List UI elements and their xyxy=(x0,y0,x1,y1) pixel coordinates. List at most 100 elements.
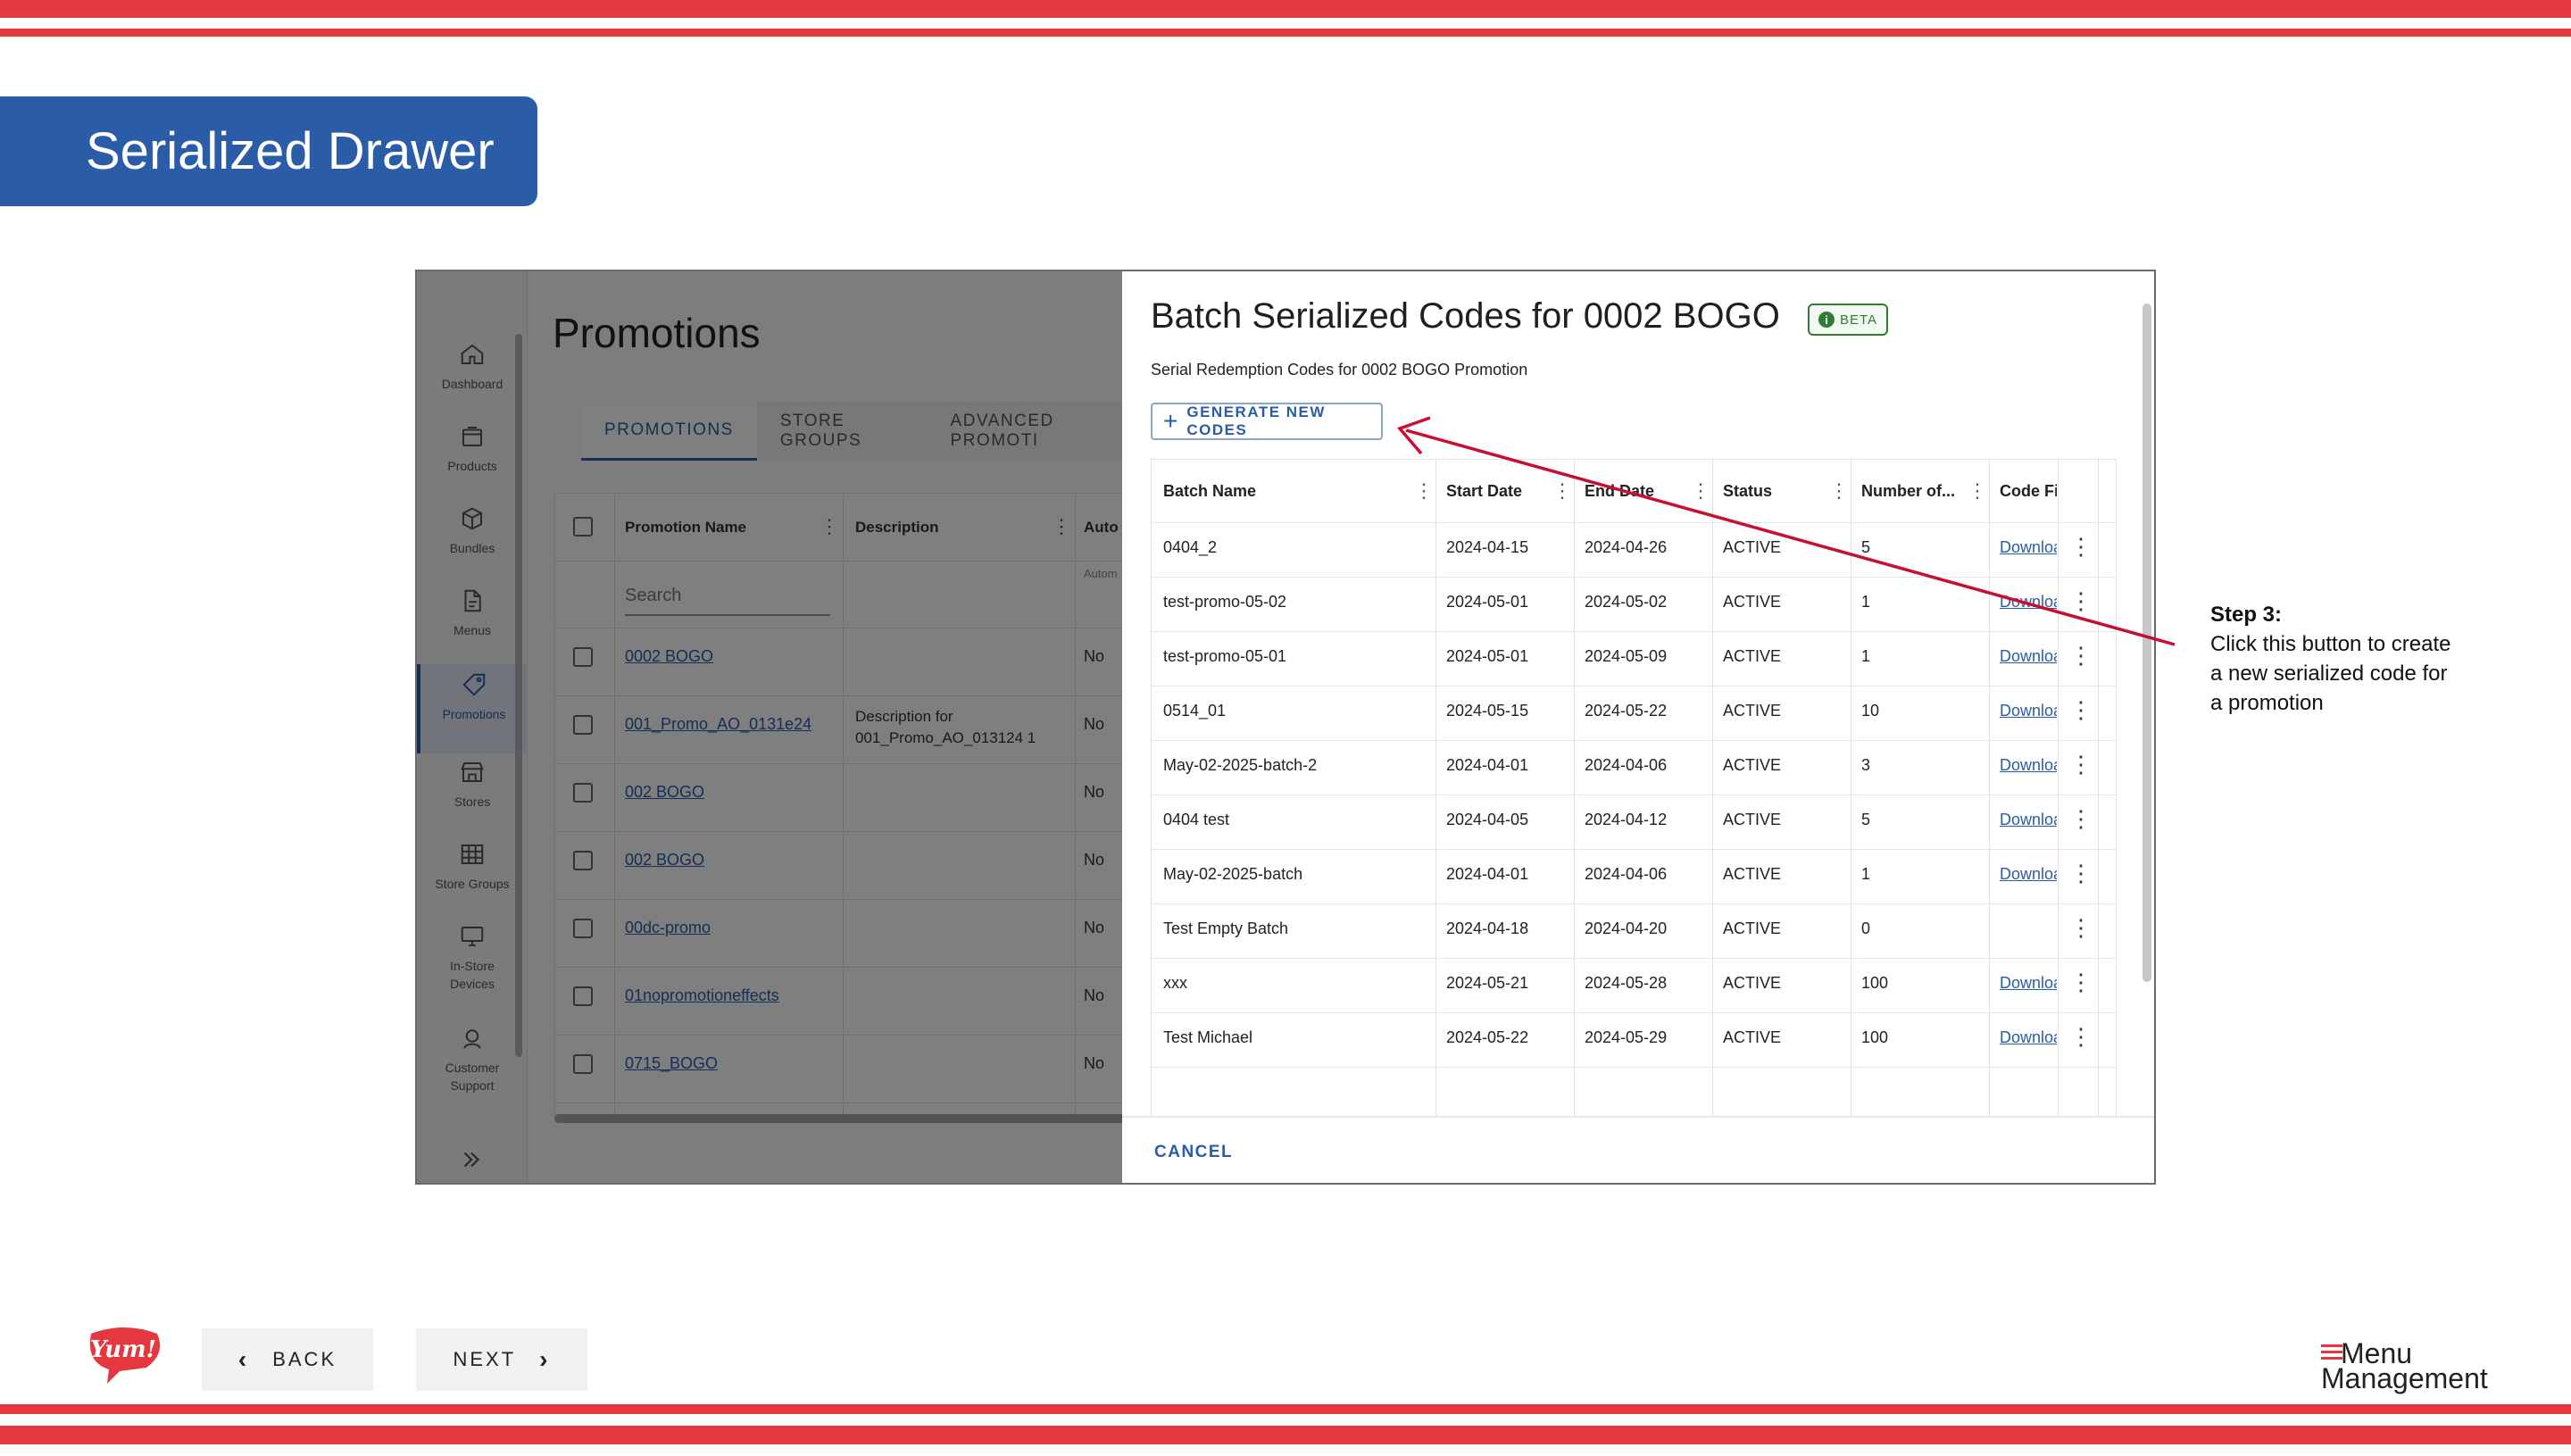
modal-backdrop[interactable] xyxy=(417,271,1122,1183)
row-actions-icon[interactable]: ⋮ xyxy=(2069,644,2093,670)
row-actions-icon[interactable]: ⋮ xyxy=(2069,753,2093,779)
download-link[interactable]: Downloa xyxy=(2000,702,2057,720)
drawer-footer: CANCEL xyxy=(1122,1116,2154,1183)
column-divider xyxy=(1574,460,1575,1119)
step-note: Step 3: Click this button to create a ne… xyxy=(2210,600,2451,718)
row-actions-icon[interactable]: ⋮ xyxy=(2069,807,2093,834)
row-actions-icon[interactable]: ⋮ xyxy=(2069,535,2093,562)
batch-name: Test Michael xyxy=(1163,1028,1253,1046)
plus-icon: + xyxy=(1163,407,1178,435)
info-icon: i xyxy=(1818,312,1835,328)
code-count: 100 xyxy=(1861,1028,1889,1046)
column-menu-icon[interactable]: ⋮ xyxy=(1691,481,1710,501)
batch-name: Test Empty Batch xyxy=(1163,919,1289,937)
status: ACTIVE xyxy=(1723,919,1782,937)
start-date: 2024-04-01 xyxy=(1446,756,1529,774)
batch-name: May-02-2025-batch xyxy=(1163,865,1303,883)
drawer-title: Batch Serialized Codes for 0002 BOGO xyxy=(1151,296,1780,336)
row-actions-icon[interactable]: ⋮ xyxy=(2069,698,2093,725)
beta-badge: i BETA xyxy=(1808,304,1889,336)
row-actions-icon[interactable]: ⋮ xyxy=(2069,589,2093,616)
column-divider xyxy=(1435,460,1436,1119)
row-actions-icon[interactable]: ⋮ xyxy=(2069,916,2093,943)
start-date: 2024-04-01 xyxy=(1446,865,1529,883)
column-menu-icon[interactable]: ⋮ xyxy=(1968,481,1987,501)
app-screenshot: Dashboard Products Bundles Menus Promoti… xyxy=(415,270,2156,1185)
end-date: 2024-05-28 xyxy=(1585,974,1668,992)
yum-logo-text: Yum! xyxy=(90,1336,156,1363)
row-actions-icon[interactable]: ⋮ xyxy=(2069,970,2093,997)
start-date: 2024-05-01 xyxy=(1446,647,1529,665)
back-button[interactable]: ‹ BACK xyxy=(202,1328,373,1391)
status: ACTIVE xyxy=(1723,538,1782,556)
step-heading: Step 3: xyxy=(2210,603,2283,627)
generate-label: GENERATE NEW CODES xyxy=(1186,404,1326,438)
row-divider xyxy=(1152,1067,2116,1068)
start-date: 2024-05-22 xyxy=(1446,1028,1529,1046)
drawer-vertical-scrollbar[interactable] xyxy=(2142,304,2151,982)
row-divider xyxy=(1152,1012,2116,1013)
row-divider xyxy=(1152,903,2116,904)
download-link[interactable]: Downloa xyxy=(2000,647,2057,666)
row-actions-icon[interactable]: ⋮ xyxy=(2069,1025,2093,1052)
column-divider xyxy=(1712,460,1713,1119)
download-link[interactable]: Downloa xyxy=(2000,756,2057,775)
batch-name: test-promo-05-01 xyxy=(1163,647,1287,665)
bottom-stripe xyxy=(0,1426,2571,1444)
download-link[interactable]: Downloa xyxy=(2000,538,2057,557)
code-count: 5 xyxy=(1861,811,1871,828)
row-divider xyxy=(1152,522,2116,523)
menu-management-logo: Menu Management xyxy=(2321,1337,2488,1394)
end-date: 2024-05-09 xyxy=(1585,647,1668,665)
end-date: 2024-05-02 xyxy=(1585,593,1668,611)
end-date: 2024-04-06 xyxy=(1585,865,1668,883)
status: ACTIVE xyxy=(1723,756,1782,774)
batch-name: test-promo-05-02 xyxy=(1163,593,1287,611)
generate-new-codes-button[interactable]: + GENERATE NEW CODES xyxy=(1151,403,1383,440)
row-divider xyxy=(1152,740,2116,741)
column-divider xyxy=(2098,460,2099,1119)
code-count: 1 xyxy=(1861,647,1871,665)
column-menu-icon[interactable]: ⋮ xyxy=(1552,481,1572,501)
start-date: 2024-05-21 xyxy=(1446,974,1529,992)
start-date: 2024-04-15 xyxy=(1446,538,1529,556)
column-menu-icon[interactable]: ⋮ xyxy=(1829,481,1849,501)
code-count: 0 xyxy=(1861,919,1871,937)
status: ACTIVE xyxy=(1723,865,1782,883)
column-header-number-of[interactable]: Number of... xyxy=(1861,460,1955,522)
column-header-end-date[interactable]: End Date xyxy=(1585,460,1654,522)
download-link[interactable]: Downloa xyxy=(2000,1028,2057,1047)
code-count: 1 xyxy=(1861,593,1871,611)
row-actions-icon[interactable]: ⋮ xyxy=(2069,861,2093,888)
column-menu-icon[interactable]: ⋮ xyxy=(1414,481,1434,501)
end-date: 2024-04-20 xyxy=(1585,919,1668,937)
yum-logo: Yum! xyxy=(89,1327,161,1384)
end-date: 2024-05-29 xyxy=(1585,1028,1668,1046)
start-date: 2024-05-01 xyxy=(1446,593,1529,611)
brand-line2: Management xyxy=(2321,1362,2488,1394)
column-header-batch-name[interactable]: Batch Name xyxy=(1163,460,1256,522)
column-header-code-file[interactable]: Code Fi xyxy=(2000,460,2057,522)
status: ACTIVE xyxy=(1723,702,1782,720)
batch-name: 0404 test xyxy=(1163,811,1230,828)
code-count: 1 xyxy=(1861,865,1871,883)
end-date: 2024-04-06 xyxy=(1585,756,1668,774)
next-button[interactable]: NEXT › xyxy=(416,1328,587,1391)
download-link[interactable]: Downloa xyxy=(2000,811,2057,829)
bottom-stripe-thin xyxy=(0,1404,2571,1414)
batch-name: 0514_01 xyxy=(1163,702,1227,720)
batch-name: xxx xyxy=(1163,974,1187,992)
row-divider xyxy=(1152,631,2116,632)
status: ACTIVE xyxy=(1723,811,1782,828)
slide-title-tab: Serialized Drawer xyxy=(0,96,537,206)
cancel-button[interactable]: CANCEL xyxy=(1154,1143,1233,1162)
column-header-start-date[interactable]: Start Date xyxy=(1446,460,1522,522)
back-label: BACK xyxy=(272,1348,337,1370)
download-link[interactable]: Downloa xyxy=(2000,865,2057,884)
row-divider xyxy=(1152,958,2116,959)
download-link[interactable]: Downloa xyxy=(2000,974,2057,993)
column-header-status[interactable]: Status xyxy=(1723,460,1772,522)
download-link[interactable]: Downloa xyxy=(2000,593,2057,612)
status: ACTIVE xyxy=(1723,647,1782,665)
end-date: 2024-05-22 xyxy=(1585,702,1668,720)
